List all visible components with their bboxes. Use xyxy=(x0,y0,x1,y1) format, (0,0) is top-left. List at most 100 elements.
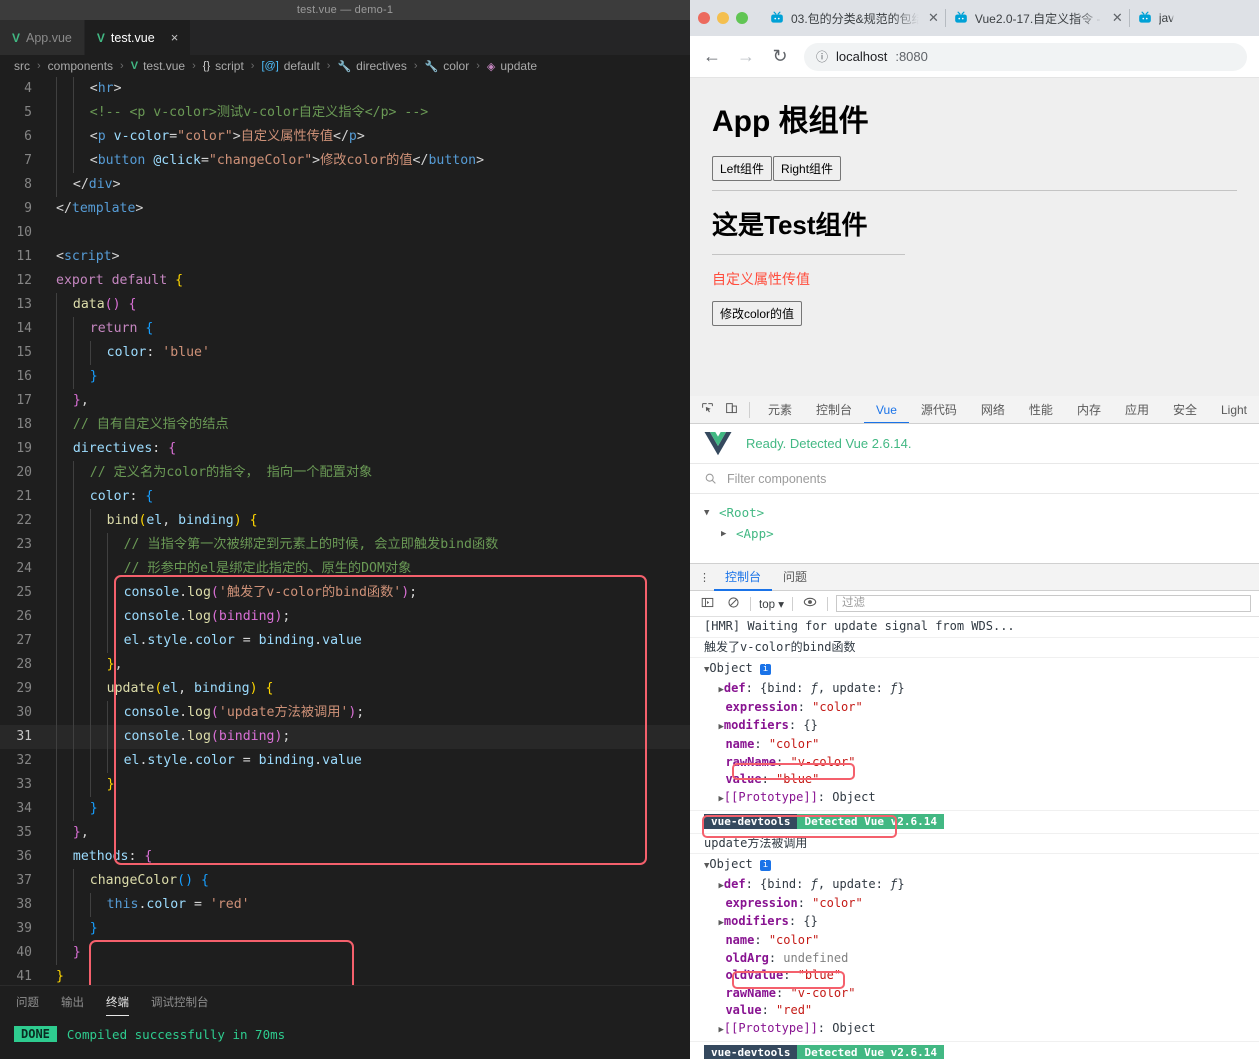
indent-guide xyxy=(56,821,73,845)
tree-node-app[interactable]: ▶ <App> xyxy=(704,523,1259,544)
panel-tab-item[interactable]: 输出 xyxy=(61,994,84,1016)
indent-guide xyxy=(56,845,73,869)
browser-tab-0[interactable]: 03.包的分类&规范的包结构 ✕ xyxy=(762,3,945,33)
indent-guide xyxy=(89,749,107,773)
console-output[interactable]: [HMR] Waiting for update signal from WDS… xyxy=(690,617,1259,1059)
devtools-tab-memory[interactable]: 内存 xyxy=(1065,396,1113,423)
property-value: {bind: ƒ, update: ƒ} xyxy=(760,876,905,891)
breadcrumb-separator: › xyxy=(37,60,41,72)
indent-guide xyxy=(56,77,73,101)
devtools-tab-sources[interactable]: 源代码 xyxy=(909,396,969,423)
browser-tab-2[interactable]: jav xyxy=(1130,3,1180,33)
devtools-tab-elements[interactable]: 元素 xyxy=(756,396,804,423)
devtools-tab-vue[interactable]: Vue xyxy=(864,396,909,423)
code-line: 12 export default { xyxy=(0,269,690,293)
inspect-element-icon[interactable] xyxy=(696,402,719,418)
breadcrumb-item-script[interactable]: script xyxy=(215,59,244,73)
console-filter-input[interactable]: 过滤 xyxy=(835,595,1251,612)
code-token: < xyxy=(89,129,98,144)
panel-tab-item[interactable]: 问题 xyxy=(16,994,39,1016)
code-token: { xyxy=(175,273,184,288)
code-text: <!-- <p v-color>测试v-color自定义指令</p> --> xyxy=(44,101,428,125)
close-window-button[interactable] xyxy=(698,12,710,24)
devtools-tab-application[interactable]: 应用 xyxy=(1113,396,1161,423)
terminal-message: Compiled successfully in 70ms xyxy=(66,1026,286,1042)
code-line: 26 console.log(binding); xyxy=(0,605,690,629)
info-circle-icon[interactable]: ⓘ xyxy=(816,48,828,65)
breadcrumb-item-update[interactable]: update xyxy=(500,59,537,73)
browser-tab-1[interactable]: Vue2.0-17.自定义指令 - 使 ✕ xyxy=(946,3,1129,33)
code-line: 16 } xyxy=(0,365,690,389)
code-token: ( xyxy=(210,585,219,600)
drawer-tab-issues[interactable]: 问题 xyxy=(772,564,818,591)
devtools-tab-console[interactable]: 控制台 xyxy=(804,396,864,423)
page-title: App 根组件 xyxy=(712,105,869,138)
info-icon[interactable]: i xyxy=(760,664,772,675)
breadcrumb-item-src[interactable]: src xyxy=(14,59,30,73)
panel-tab-active[interactable]: 终端 xyxy=(106,994,129,1016)
editor-tab-test-vue[interactable]: V test.vue × xyxy=(84,20,192,55)
breadcrumb-item-components[interactable]: components xyxy=(48,59,113,73)
back-button[interactable]: ← xyxy=(702,46,722,67)
terminal-output: DONE Compiled successfully in 70ms xyxy=(0,1016,690,1042)
console-context-selector[interactable]: top ▾ xyxy=(759,597,784,611)
line-number: 19 xyxy=(16,441,32,456)
devtools-tab-performance[interactable]: 性能 xyxy=(1017,396,1065,423)
close-icon[interactable]: ✕ xyxy=(928,10,939,26)
devtools-tab-security[interactable]: 安全 xyxy=(1161,396,1209,423)
live-expression-icon[interactable] xyxy=(801,595,819,612)
devtools-tab-lighthouse[interactable]: Light xyxy=(1209,396,1259,423)
close-icon[interactable]: ✕ xyxy=(1112,10,1123,26)
object-header[interactable]: ▼Object i xyxy=(704,660,1259,680)
editor-tab-app-vue[interactable]: V App.vue xyxy=(0,20,85,55)
breadcrumb-item-default[interactable]: default xyxy=(284,59,320,73)
reload-button[interactable]: ↻ xyxy=(770,46,790,67)
indent-guide xyxy=(89,701,107,725)
breadcrumb-item-test-vue[interactable]: test.vue xyxy=(143,59,185,73)
breadcrumb-item-color[interactable]: color xyxy=(443,59,469,73)
window-title: test.vue — demo-1 xyxy=(296,4,394,16)
component-button-group: Left组件 Right组件 xyxy=(712,156,1237,181)
console-object[interactable]: ▼Object i ▶def: {bind: ƒ, update: ƒ} exp… xyxy=(690,658,1259,811)
drawer-tab-console[interactable]: 控制台 xyxy=(714,564,772,591)
close-icon[interactable]: × xyxy=(171,31,179,44)
indent-guide xyxy=(89,653,107,677)
clear-console-icon[interactable] xyxy=(724,596,742,612)
property-value: Object xyxy=(832,789,876,804)
console-object[interactable]: ▼Object i ▶def: {bind: ƒ, update: ƒ} exp… xyxy=(690,854,1259,1042)
panel-tab-item[interactable]: 调试控制台 xyxy=(151,994,209,1016)
change-color-button[interactable]: 修改color的值 xyxy=(712,301,803,326)
vue-component-filter[interactable]: Filter components xyxy=(690,464,1259,494)
chevron-right-icon[interactable]: ▶ xyxy=(721,529,730,539)
object-property: oldValue: "blue" xyxy=(725,968,842,982)
object-header[interactable]: ▼Object i xyxy=(704,856,1259,876)
more-options-icon[interactable]: ⋮ xyxy=(696,571,714,584)
code-line: 4 <hr> xyxy=(0,77,690,101)
zoom-window-button[interactable] xyxy=(736,12,748,24)
tree-node-root[interactable]: ▼ <Root> xyxy=(704,502,1259,523)
minimize-window-button[interactable] xyxy=(717,12,729,24)
right-component-button[interactable]: Right组件 xyxy=(773,156,842,181)
code-text: methods: { xyxy=(44,845,152,869)
browser-toolbar: ← → ↻ ⓘ localhost:8080 xyxy=(690,36,1259,78)
property-value: "color" xyxy=(812,700,863,714)
show-sidebar-icon[interactable] xyxy=(698,596,716,612)
code-text: } xyxy=(44,365,98,389)
info-icon[interactable]: i xyxy=(760,860,772,871)
devtools-tab-network[interactable]: 网络 xyxy=(969,396,1017,423)
code-line: 13 data() { xyxy=(0,293,690,317)
chevron-down-icon[interactable]: ▼ xyxy=(704,508,713,518)
device-toolbar-icon[interactable] xyxy=(719,402,742,418)
code-editor[interactable]: 4 <hr> 5 <!-- <p v-color>测试v-color自定义指令</… xyxy=(0,77,690,1037)
indent-guide xyxy=(56,749,73,773)
console-drawer-tab-bar: ⋮ 控制台 问题 xyxy=(690,564,1259,591)
vue-icon: V xyxy=(96,30,105,45)
vue-filter-placeholder: Filter components xyxy=(727,471,827,486)
forward-button[interactable]: → xyxy=(736,46,756,67)
breadcrumb-separator: › xyxy=(413,60,418,72)
address-bar[interactable]: ⓘ localhost:8080 xyxy=(804,42,1247,71)
left-component-button[interactable]: Left组件 xyxy=(712,156,773,181)
breadcrumb-item-directives[interactable]: directives xyxy=(356,59,407,73)
object-property: oldArg: undefined xyxy=(725,950,849,965)
